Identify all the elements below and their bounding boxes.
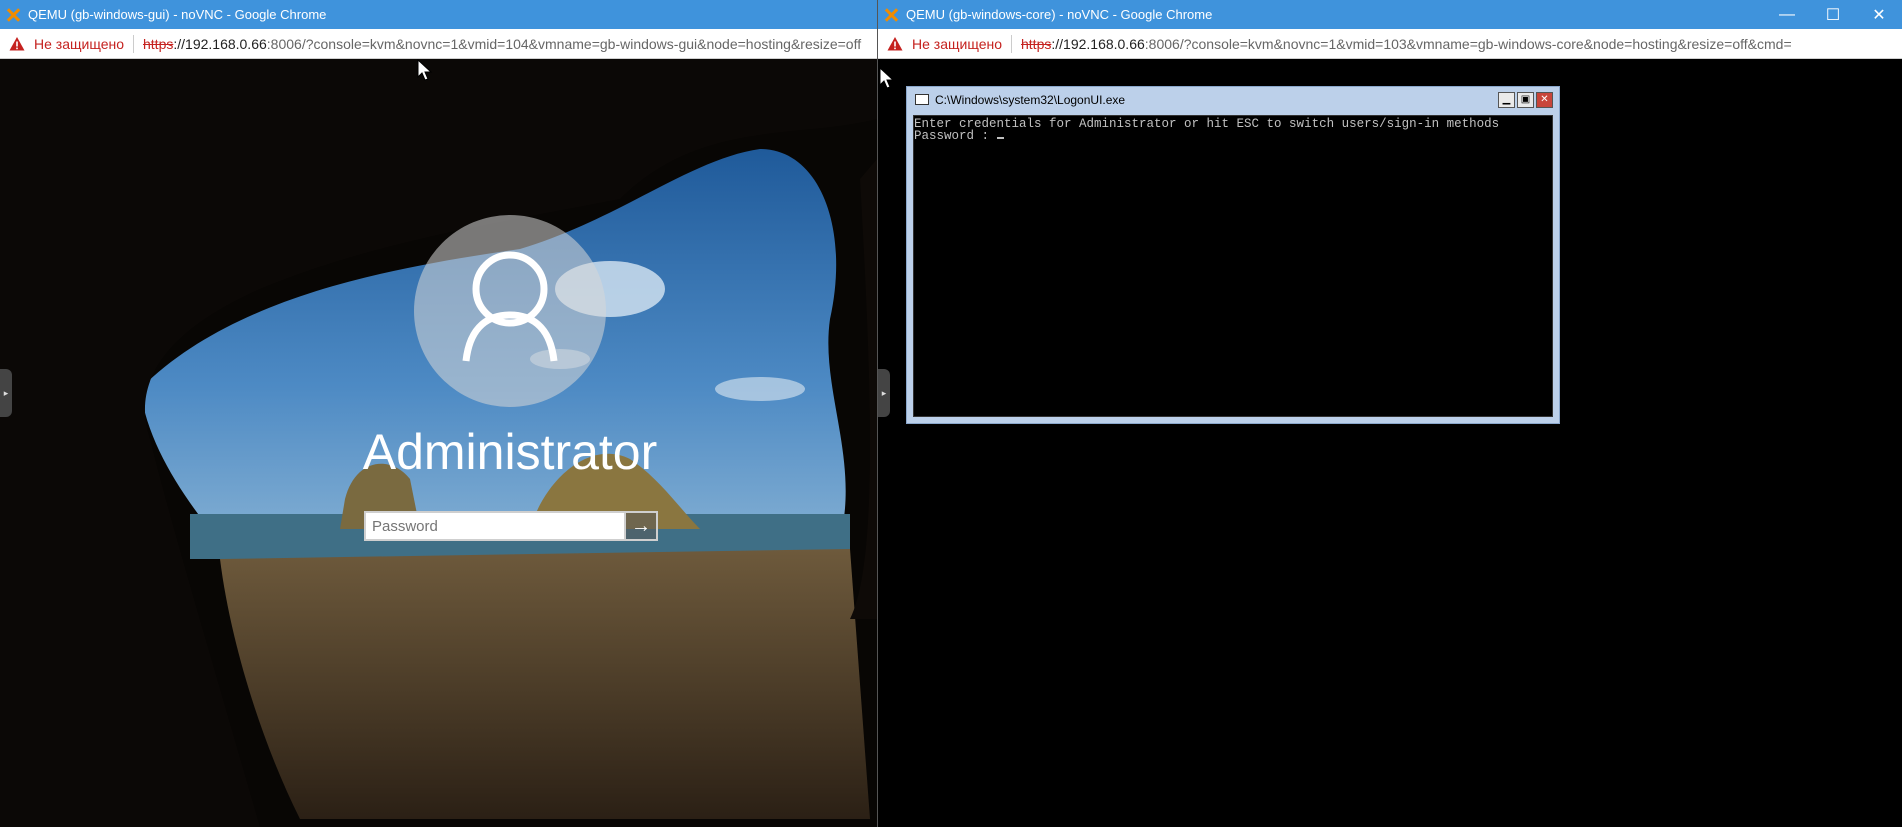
url-host[interactable]: ://192.168.0.66 — [173, 36, 266, 52]
text-cursor — [996, 137, 1004, 139]
warning-icon[interactable] — [9, 36, 25, 52]
security-label[interactable]: Не защищено — [34, 36, 124, 52]
window-title: QEMU (gb-windows-gui) - noVNC - Google C… — [28, 7, 327, 22]
sidebar-handle-icon[interactable]: ▸ — [0, 369, 12, 417]
sidebar-handle-icon[interactable]: ▸ — [878, 369, 890, 417]
logonui-console-window[interactable]: C:\Windows\system32\LogonUI.exe ▁ ▣ ✕ En… — [906, 86, 1560, 424]
maximize-button[interactable]: ☐ — [1810, 0, 1856, 29]
url-scheme[interactable]: https — [143, 36, 173, 52]
novnc-viewport[interactable]: ▸ C:\Windows\system32\LogonUI.exe ▁ ▣ ✕ … — [878, 59, 1902, 827]
window-controls: — ☐ ✕ — [1764, 0, 1902, 29]
proxmox-x-icon — [884, 8, 898, 22]
console-app-icon — [915, 94, 929, 105]
console-line-1: Enter credentials for Administrator or h… — [914, 117, 1500, 131]
avatar — [414, 215, 606, 407]
security-label[interactable]: Не защищено — [912, 36, 1002, 52]
url-host[interactable]: ://192.168.0.66 — [1051, 36, 1144, 52]
proxmox-x-icon — [6, 8, 20, 22]
url-path[interactable]: :8006/?console=kvm&novnc=1&vmid=103&vmna… — [1145, 36, 1792, 52]
console-close-button[interactable]: ✕ — [1536, 92, 1553, 108]
user-icon — [462, 251, 558, 362]
divider — [133, 34, 134, 53]
novnc-viewport[interactable]: ▸ Administrator → — [0, 59, 877, 827]
mouse-pointer-icon — [417, 59, 433, 81]
user-name: Administrator — [362, 424, 658, 480]
warning-icon[interactable] — [887, 36, 903, 52]
console-titlebar[interactable]: C:\Windows\system32\LogonUI.exe ▁ ▣ ✕ — [907, 87, 1559, 112]
divider — [1011, 34, 1012, 53]
console-minimize-button[interactable]: ▁ — [1498, 92, 1515, 108]
window-title: QEMU (gb-windows-core) - noVNC - Google … — [906, 7, 1213, 22]
arrow-right-icon: → — [631, 514, 651, 537]
address-bar[interactable]: Не защищено https://192.168.0.66:8006/?c… — [878, 29, 1902, 59]
minimize-button[interactable]: — — [1764, 0, 1810, 29]
password-input[interactable] — [364, 511, 626, 541]
url-path[interactable]: :8006/?console=kvm&novnc=1&vmid=104&vmna… — [267, 36, 861, 52]
console-output[interactable]: Enter credentials for Administrator or h… — [913, 115, 1553, 417]
console-controls: ▁ ▣ ✕ — [1498, 92, 1553, 108]
address-bar[interactable]: Не защищено https://192.168.0.66:8006/?c… — [0, 29, 877, 59]
browser-window-core: QEMU (gb-windows-core) - noVNC - Google … — [878, 0, 1902, 827]
url-scheme[interactable]: https — [1021, 36, 1051, 52]
window-titlebar[interactable]: QEMU (gb-windows-core) - noVNC - Google … — [878, 0, 1902, 29]
console-maximize-button[interactable]: ▣ — [1517, 92, 1534, 108]
console-title: C:\Windows\system32\LogonUI.exe — [935, 92, 1126, 107]
submit-button[interactable]: → — [626, 511, 658, 541]
close-button[interactable]: ✕ — [1856, 0, 1902, 29]
browser-window-gui: QEMU (gb-windows-gui) - noVNC - Google C… — [0, 0, 878, 827]
window-titlebar[interactable]: QEMU (gb-windows-gui) - noVNC - Google C… — [0, 0, 877, 29]
mouse-pointer-icon — [879, 67, 895, 89]
console-line-2: Password : — [914, 129, 997, 143]
